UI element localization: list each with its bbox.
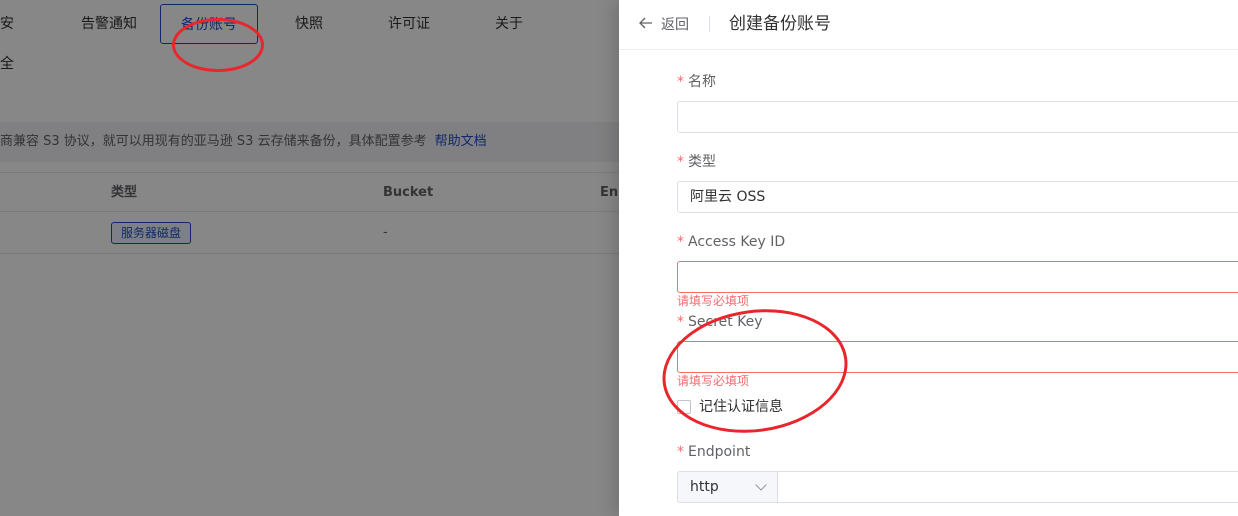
remember-credentials-label[interactable]: 记住认证信息: [699, 397, 783, 417]
drawer-header: 返回 创建备份账号: [619, 0, 1238, 50]
required-mark: *: [677, 314, 684, 330]
create-backup-account-drawer: 返回 创建备份账号 * 名称 * 类型 阿里云 OSS * Access Key ID…: [619, 0, 1238, 516]
endpoint-label: * Endpoint: [677, 444, 751, 460]
secret-key-input[interactable]: [677, 341, 1238, 373]
access-key-id-error: 请填写必填项: [677, 294, 750, 308]
chevron-down-icon: [755, 479, 767, 491]
name-input[interactable]: [677, 101, 1238, 133]
required-mark: *: [677, 234, 684, 250]
required-mark: *: [677, 154, 684, 170]
secret-key-error: 请填写必填项: [677, 374, 750, 388]
header-divider: [709, 16, 710, 32]
arrow-left-icon: [639, 13, 655, 37]
drawer-title: 创建备份账号: [729, 14, 831, 34]
access-key-id-input[interactable]: [677, 261, 1238, 293]
name-label: * 名称: [677, 74, 716, 90]
protocol-value: http: [690, 479, 719, 495]
endpoint-input[interactable]: [777, 471, 1238, 503]
remember-credentials-checkbox[interactable]: [677, 400, 691, 414]
access-key-id-label: * Access Key ID: [677, 234, 786, 250]
back-button[interactable]: 返回: [639, 13, 689, 37]
back-label: 返回: [661, 17, 689, 33]
required-mark: *: [677, 74, 684, 90]
secret-key-label: * Secret Key: [677, 314, 763, 330]
type-label: * 类型: [677, 154, 716, 170]
type-select[interactable]: 阿里云 OSS: [677, 181, 1238, 213]
endpoint-protocol-select[interactable]: http: [677, 471, 777, 503]
required-mark: *: [677, 444, 684, 460]
